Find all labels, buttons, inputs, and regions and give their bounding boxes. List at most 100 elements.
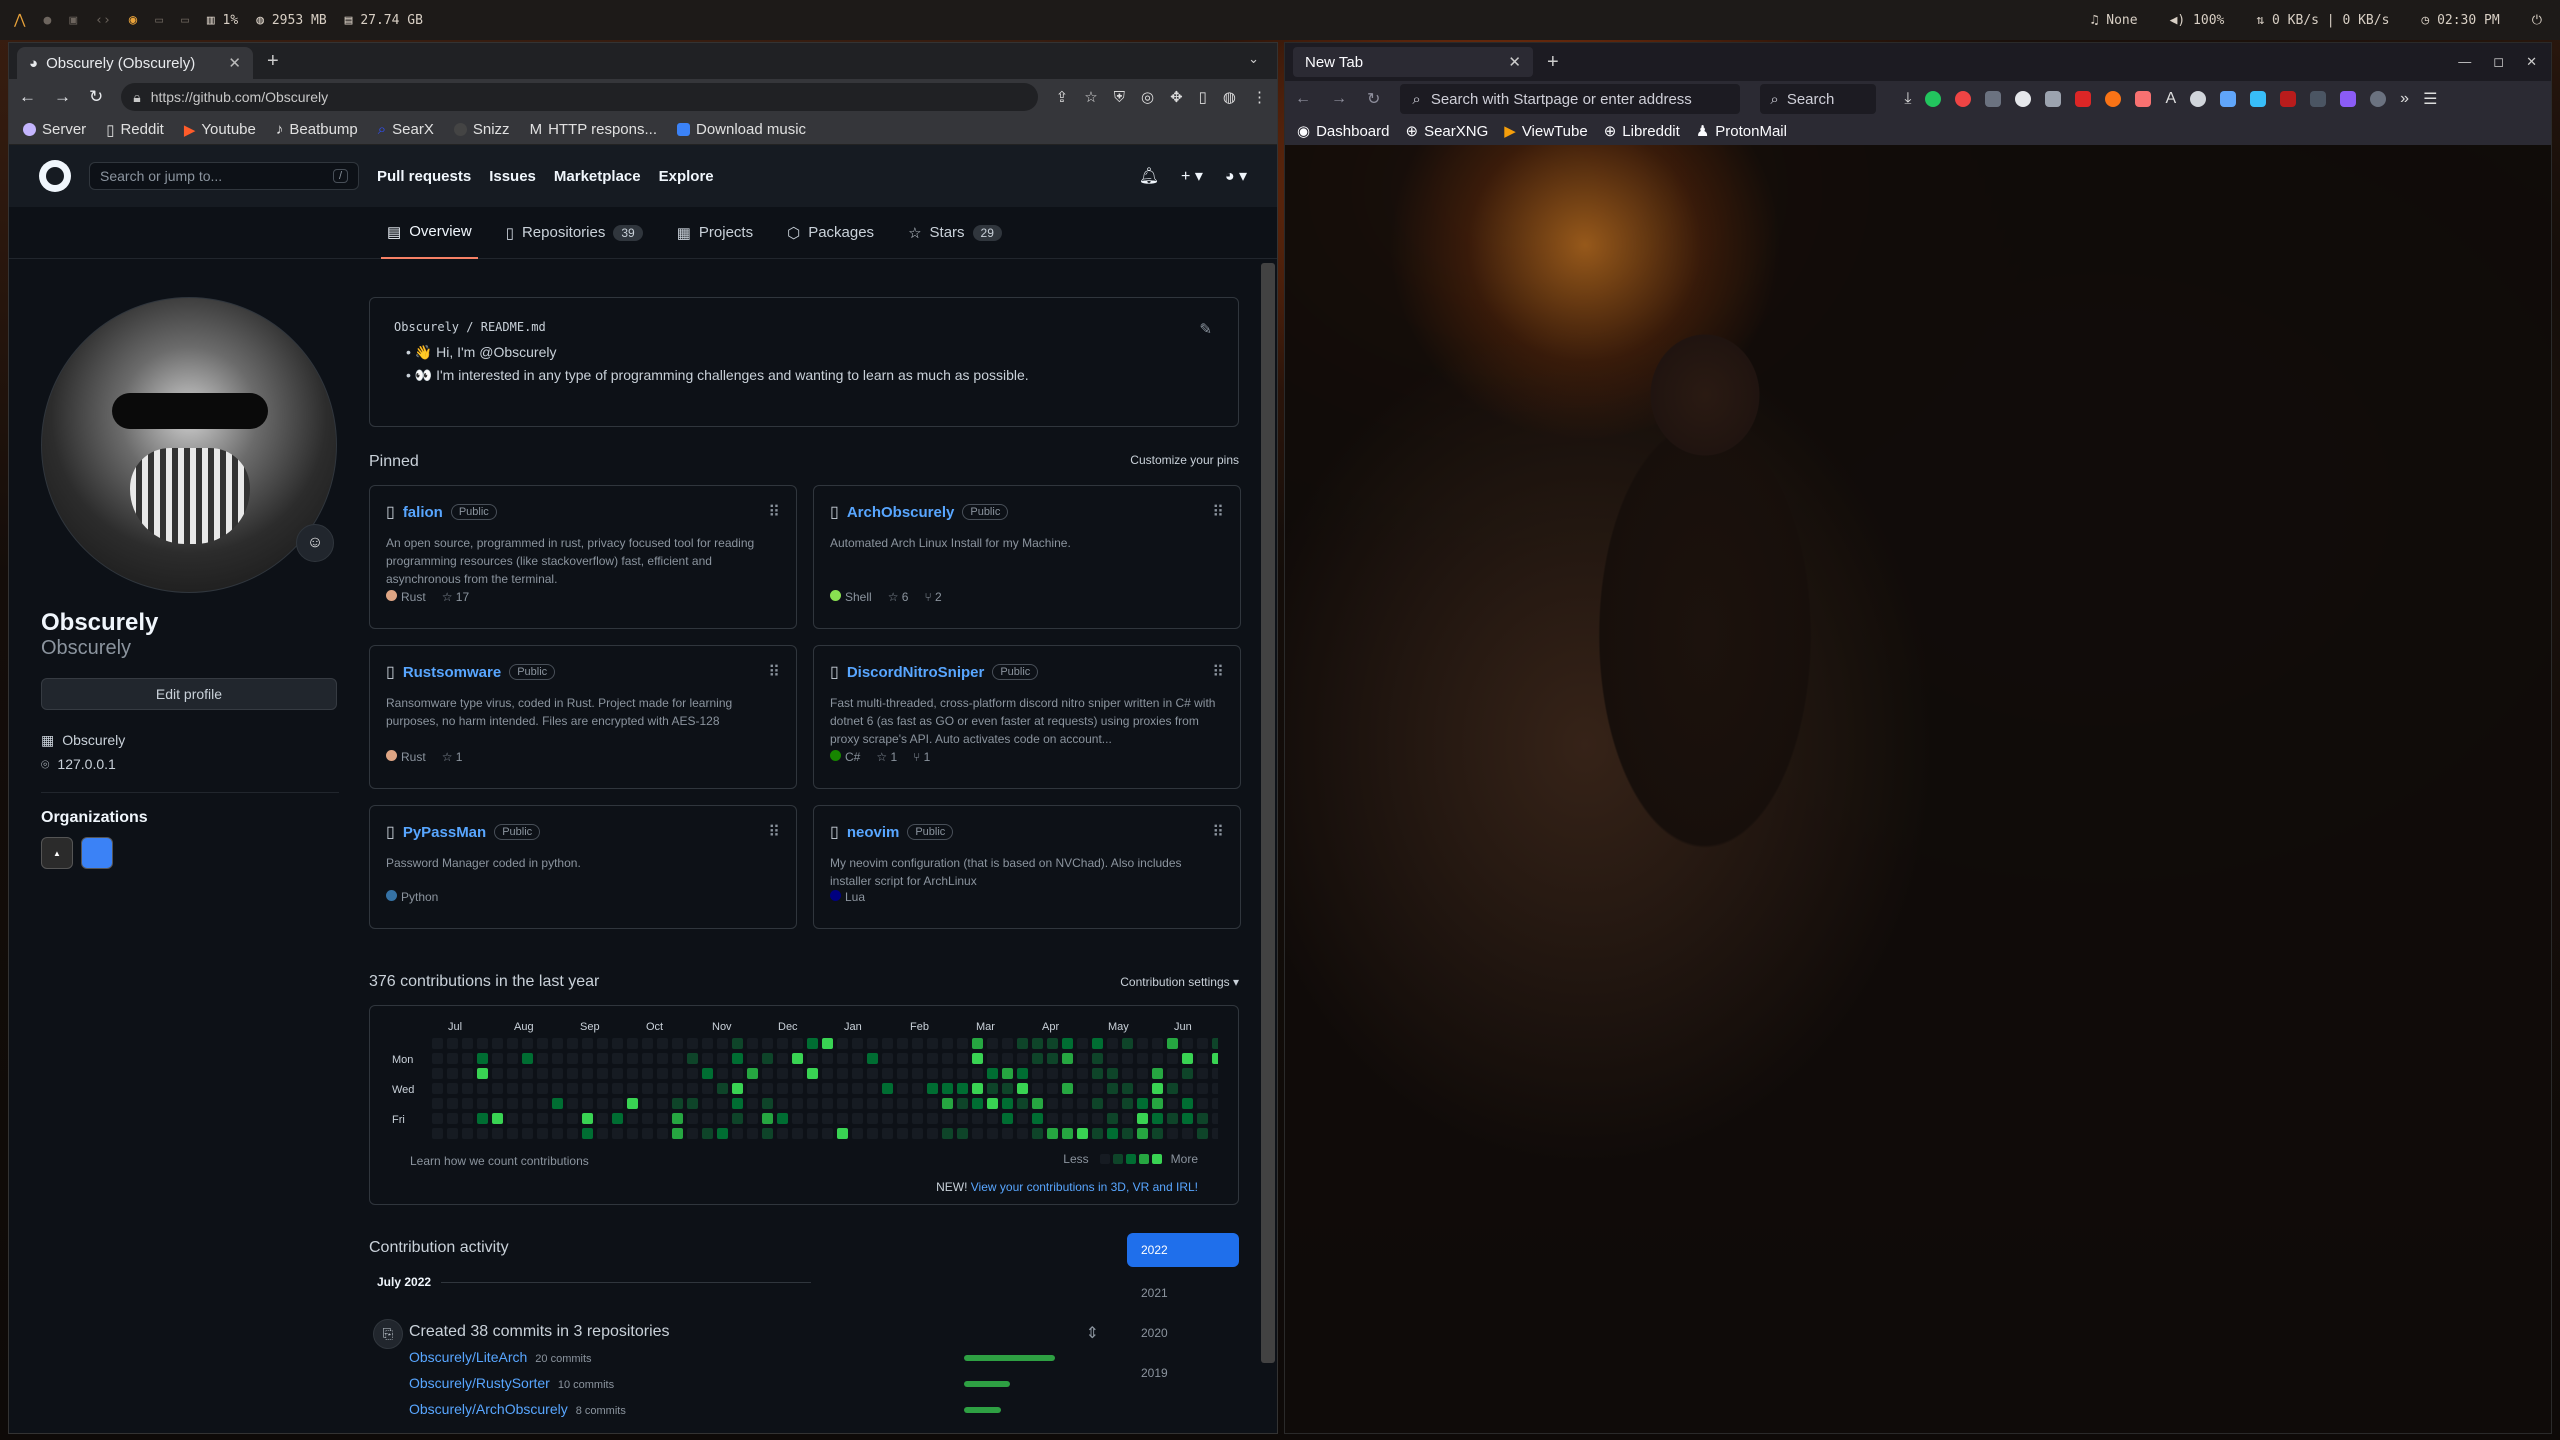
contribution-day-cell[interactable] <box>1182 1053 1193 1064</box>
contribution-day-cell[interactable] <box>702 1098 713 1109</box>
contribution-day-cell[interactable] <box>1122 1053 1133 1064</box>
contribution-day-cell[interactable] <box>477 1113 488 1124</box>
extension-icon[interactable] <box>2250 91 2267 107</box>
contribution-day-cell[interactable] <box>1197 1083 1208 1094</box>
edit-profile-button[interactable]: Edit profile <box>41 678 337 710</box>
contribution-day-cell[interactable] <box>972 1113 983 1124</box>
contribution-day-cell[interactable] <box>627 1113 638 1124</box>
contribution-day-cell[interactable] <box>582 1113 593 1124</box>
overflow-chevron-icon[interactable]: » <box>2400 90 2409 108</box>
bookmark-snizz[interactable]: Snizz <box>453 121 510 138</box>
contribution-day-cell[interactable] <box>957 1128 968 1139</box>
contribution-day-cell[interactable] <box>1002 1053 1013 1064</box>
repo-name-link[interactable]: falion <box>403 504 443 521</box>
contribution-settings-dropdown[interactable]: Contribution settings ▾ <box>1120 975 1239 989</box>
contribution-day-cell[interactable] <box>882 1113 893 1124</box>
contribution-day-cell[interactable] <box>492 1083 503 1094</box>
contribution-day-cell[interactable] <box>942 1068 953 1079</box>
contribution-day-cell[interactable] <box>837 1083 848 1094</box>
contribution-day-cell[interactable] <box>957 1083 968 1094</box>
incognito-extension-icon[interactable]: ◎ <box>1141 88 1154 106</box>
tab-search-icon[interactable]: ⌄ <box>1248 51 1259 67</box>
contribution-day-cell[interactable] <box>852 1083 863 1094</box>
close-tab-icon[interactable]: ✕ <box>228 54 241 72</box>
contribution-day-cell[interactable] <box>462 1083 473 1094</box>
contribution-day-cell[interactable] <box>447 1128 458 1139</box>
contribution-day-cell[interactable] <box>1182 1098 1193 1109</box>
contribution-day-cell[interactable] <box>642 1128 653 1139</box>
contribution-day-cell[interactable] <box>1002 1113 1013 1124</box>
contribution-day-cell[interactable] <box>972 1068 983 1079</box>
contribution-day-cell[interactable] <box>1092 1083 1103 1094</box>
contribution-day-cell[interactable] <box>1092 1098 1103 1109</box>
contribution-day-cell[interactable] <box>432 1113 443 1124</box>
workspace-dot-icon[interactable]: ● <box>43 13 51 28</box>
contribution-day-cell[interactable] <box>1122 1083 1133 1094</box>
contribution-day-cell[interactable] <box>657 1068 668 1079</box>
contribution-day-cell[interactable] <box>942 1038 953 1049</box>
contribution-day-cell[interactable] <box>987 1098 998 1109</box>
contribution-day-cell[interactable] <box>927 1083 938 1094</box>
activity-repo-link[interactable]: Obscurely/RustySorter <box>409 1375 550 1391</box>
contribution-day-cell[interactable] <box>777 1038 788 1049</box>
contribution-day-cell[interactable] <box>1077 1128 1088 1139</box>
bookmark-beatbump[interactable]: ♪ Beatbump <box>276 121 358 138</box>
contribution-day-cell[interactable] <box>642 1113 653 1124</box>
contribution-day-cell[interactable] <box>1107 1113 1118 1124</box>
contribution-day-cell[interactable] <box>1017 1038 1028 1049</box>
arch-logo-icon[interactable]: ⋀ <box>14 12 25 28</box>
contribution-day-cell[interactable] <box>1212 1053 1218 1064</box>
contribution-day-cell[interactable] <box>1032 1083 1043 1094</box>
contribution-day-cell[interactable] <box>867 1128 878 1139</box>
contribution-day-cell[interactable] <box>732 1038 743 1049</box>
contribution-day-cell[interactable] <box>897 1068 908 1079</box>
github-search-input[interactable]: Search or jump to... / <box>89 162 359 190</box>
contribution-day-cell[interactable] <box>507 1038 518 1049</box>
contribution-day-cell[interactable] <box>852 1053 863 1064</box>
contribution-day-cell[interactable] <box>552 1128 563 1139</box>
contribution-day-cell[interactable] <box>612 1053 623 1064</box>
contribution-day-cell[interactable] <box>567 1068 578 1079</box>
contribution-day-cell[interactable] <box>1017 1083 1028 1094</box>
contribution-day-cell[interactable] <box>567 1083 578 1094</box>
contribution-day-cell[interactable] <box>477 1038 488 1049</box>
contribution-day-cell[interactable] <box>807 1128 818 1139</box>
contribution-day-cell[interactable] <box>492 1113 503 1124</box>
contribution-day-cell[interactable] <box>1167 1053 1178 1064</box>
contribution-day-cell[interactable] <box>1062 1068 1073 1079</box>
year-2021-button[interactable]: 2021 <box>1127 1273 1239 1313</box>
music-readout[interactable]: ♫ None <box>2091 13 2138 28</box>
contribution-day-cell[interactable] <box>537 1113 548 1124</box>
contribution-day-cell[interactable] <box>897 1053 908 1064</box>
contribution-day-cell[interactable] <box>717 1038 728 1049</box>
drag-handle-icon[interactable]: ⠿ <box>768 502 780 522</box>
contribution-day-cell[interactable] <box>822 1038 833 1049</box>
contribution-day-cell[interactable] <box>1047 1113 1058 1124</box>
contribution-day-cell[interactable] <box>852 1113 863 1124</box>
contribution-day-cell[interactable] <box>522 1083 533 1094</box>
contribution-day-cell[interactable] <box>507 1113 518 1124</box>
contribution-day-cell[interactable] <box>1077 1053 1088 1064</box>
repo-forks[interactable]: ⑂ 1 <box>913 750 930 764</box>
extension-icon[interactable] <box>1985 91 2002 107</box>
contribution-day-cell[interactable] <box>1002 1083 1013 1094</box>
tab-projects[interactable]: ▦ Projects <box>671 207 759 259</box>
contribution-day-cell[interactable] <box>1032 1053 1043 1064</box>
notifications-bell-icon[interactable]: 🔔︎ <box>1139 166 1159 186</box>
contribution-day-cell[interactable] <box>522 1098 533 1109</box>
contribution-day-cell[interactable] <box>447 1083 458 1094</box>
contribution-day-cell[interactable] <box>702 1038 713 1049</box>
contribution-day-cell[interactable] <box>807 1083 818 1094</box>
extensions-puzzle-icon[interactable]: ✥ <box>1170 88 1183 106</box>
contribution-day-cell[interactable] <box>1122 1113 1133 1124</box>
contribution-day-cell[interactable] <box>807 1113 818 1124</box>
contribution-day-cell[interactable] <box>1032 1098 1043 1109</box>
contribution-day-cell[interactable] <box>1032 1038 1043 1049</box>
contribution-day-cell[interactable] <box>1062 1053 1073 1064</box>
contribution-day-cell[interactable] <box>747 1098 758 1109</box>
contribution-day-cell[interactable] <box>507 1083 518 1094</box>
address-bar[interactable]: 🔒︎ https://github.com/Obscurely <box>121 83 1038 111</box>
drag-handle-icon[interactable]: ⠿ <box>1212 822 1224 842</box>
contribution-day-cell[interactable] <box>1137 1128 1148 1139</box>
contribution-day-cell[interactable] <box>972 1038 983 1049</box>
